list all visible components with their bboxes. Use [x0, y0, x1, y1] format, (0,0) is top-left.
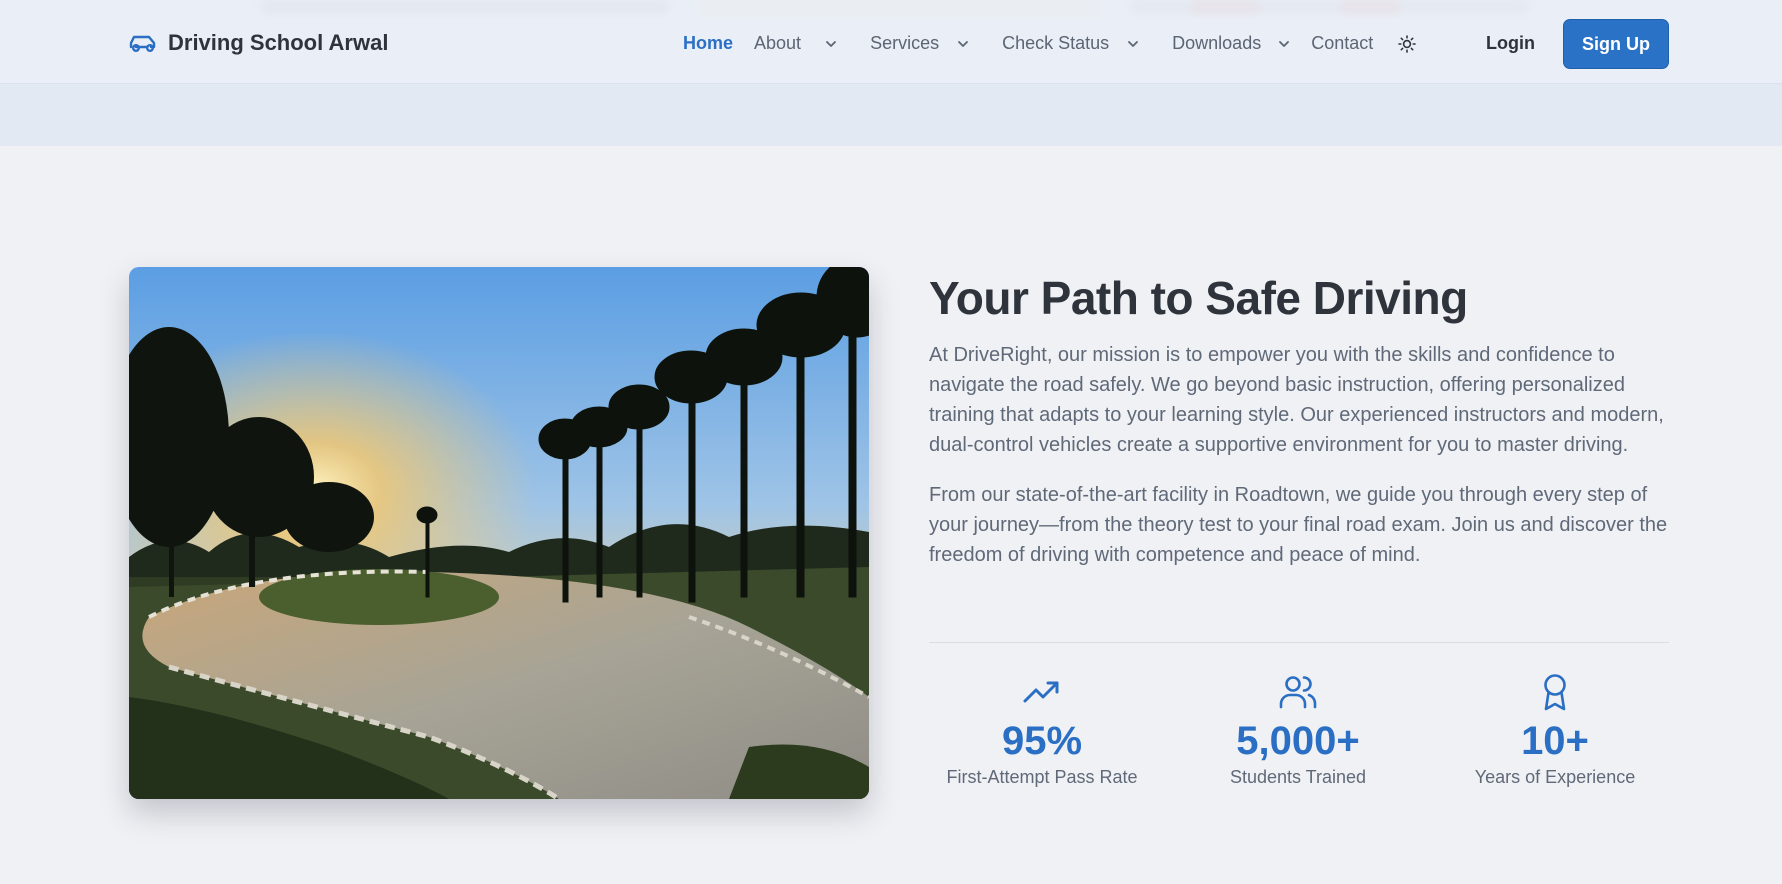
brand-name: Driving School Arwal [168, 30, 389, 55]
main-nav: Home About Services Check Status Downloa… [683, 33, 1417, 54]
nav-check-status[interactable]: Check Status [1002, 33, 1140, 54]
site-header: Driving School Arwal Home About Services… [0, 0, 1782, 84]
chevron-down-icon [958, 40, 968, 47]
stats-divider [929, 642, 1669, 643]
chevron-down-icon [1128, 40, 1139, 47]
section-title: Your Path to Safe Driving [929, 272, 1468, 324]
stat-students: 5,000+ Students Trained [1170, 672, 1426, 788]
stat-label: Students Trained [1229, 767, 1367, 787]
login-link[interactable]: Login [1486, 33, 1535, 54]
nav-home-label: Home [683, 33, 734, 53]
award-icon [1544, 674, 1566, 711]
nav-services[interactable]: Services [870, 33, 970, 54]
about-section: Your Path to Safe Driving At DriveRight,… [929, 268, 1669, 570]
trending-up-icon [1023, 681, 1059, 703]
stat-experience: 10+ Years of Experience [1427, 672, 1683, 788]
nav-contact[interactable]: Contact [1311, 33, 1373, 54]
stat-label: Years of Experience [1474, 767, 1636, 787]
hero-photo [129, 267, 869, 799]
brand-logo[interactable]: Driving School Arwal [128, 30, 388, 56]
nav-about[interactable]: About [754, 33, 838, 54]
stat-value: 10+ [1521, 719, 1589, 763]
signup-button[interactable]: Sign Up [1563, 19, 1669, 69]
theme-toggle-button[interactable] [1397, 34, 1417, 54]
nav-contact-label: Contact [1311, 33, 1374, 53]
stat-value: 95% [1001, 719, 1083, 763]
header-band [0, 84, 1782, 146]
intro-paragraph: At DriveRight, our mission is to empower… [929, 344, 1664, 456]
nav-downloads-label: Downloads [1172, 33, 1262, 53]
users-icon [1279, 676, 1317, 709]
chevron-down-icon [1279, 40, 1290, 47]
sun-icon [1398, 34, 1417, 53]
stat-value: 5,000+ [1236, 719, 1360, 763]
nav-home[interactable]: Home [683, 33, 733, 54]
nav-check-status-label: Check Status [1002, 33, 1110, 53]
facility-paragraph: From our state-of-the-art facility in Ro… [929, 484, 1668, 566]
chevron-down-icon [826, 40, 836, 47]
nav-about-label: About [754, 33, 802, 53]
stat-label: First-Attempt Pass Rate [946, 767, 1138, 787]
nav-services-label: Services [870, 33, 940, 53]
nav-downloads[interactable]: Downloads [1172, 33, 1291, 54]
stat-pass-rate: 95% First-Attempt Pass Rate [914, 672, 1170, 788]
car-icon [129, 35, 156, 52]
driving-track-sunset-photo [129, 267, 869, 799]
